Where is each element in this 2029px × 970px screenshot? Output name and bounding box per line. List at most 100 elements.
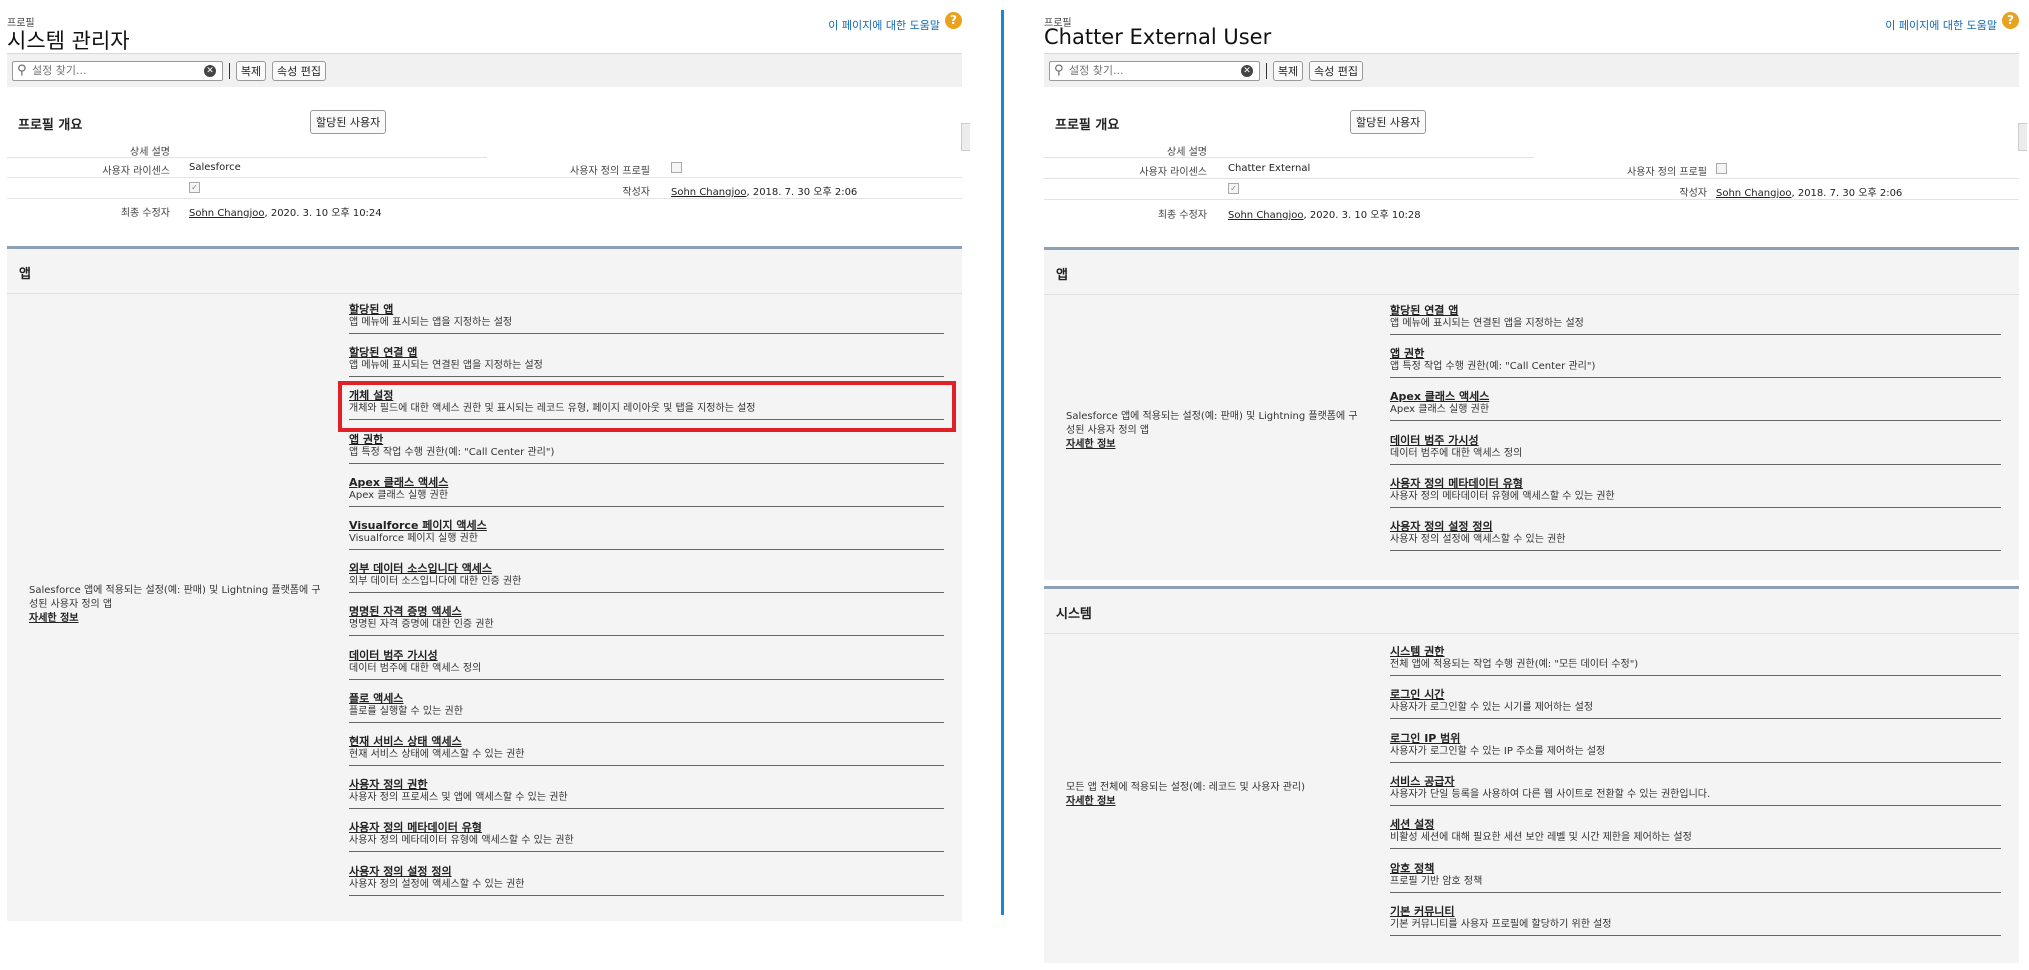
permission-link[interactable]: 데이터 범주 가시성 (1390, 434, 2001, 447)
permission-row: 데이터 범주 가시성 데이터 범주에 대한 액세스 정의 (349, 649, 944, 680)
permission-row: 세션 설정 비활성 세션에 대해 필요한 세션 보안 레벨 및 시간 제한을 제어… (1390, 818, 2001, 850)
help-link[interactable]: 이 페이지에 대한 도움말 (828, 17, 940, 33)
permission-description: 사용자 정의 메타데이터 유형에 액세스할 수 있는 권한 (1390, 490, 1615, 502)
side-scroll-tab[interactable] (2018, 123, 2027, 151)
assigned-users-button[interactable]: 할당된 사용자 (310, 110, 387, 134)
clone-button[interactable]: 복제 (1273, 61, 1303, 81)
help-icon[interactable]: ? (945, 12, 962, 29)
help-icon[interactable]: ? (2002, 12, 2019, 29)
permission-row: 앱 권한 앱 특정 작업 수행 권한(예: "Call Center 관리") (349, 433, 944, 464)
permission-row: 명명된 자격 증명 액세스 명명된 자격 증명에 대한 인증 권한 (349, 605, 944, 637)
permission-row: 기본 커뮤니티 기본 커뮤니티를 사용자 프로필에 할당하기 위한 설정 (1390, 905, 2001, 936)
help-link[interactable]: 이 페이지에 대한 도움말 (1885, 17, 1997, 33)
permission-link[interactable]: 사용자 정의 설정 정의 (1390, 520, 2001, 533)
permission-link[interactable]: 시스템 권한 (1390, 645, 2001, 658)
modified-by-user-link[interactable]: Sohn Changjoo (189, 208, 264, 219)
custom-profile-label: 사용자 정의 프로필 (570, 166, 650, 177)
permission-description: 앱 특정 작업 수행 권한(예: "Call Center 관리") (349, 446, 555, 458)
left-profile-pane: 프로필 시스템 관리자 이 페이지에 대한 도움말 ? ⚲ ✕ 복제 속성 편집… (0, 0, 970, 921)
modified-by-user-link[interactable]: Sohn Changjoo (1228, 210, 1303, 221)
profile-overview-title: 프로필 개요 (1055, 118, 1120, 133)
permission-link[interactable]: 기본 커뮤니티 (1390, 905, 2001, 918)
permission-row: 사용자 정의 권한 사용자 정의 프로세스 및 앱에 액세스할 수 있는 권한 (349, 778, 944, 810)
permission-link[interactable]: 플로 액세스 (349, 692, 944, 705)
permission-link[interactable]: 사용자 정의 메타데이터 유형 (349, 821, 944, 834)
permission-link[interactable]: 세션 설정 (1390, 818, 2001, 831)
permission-description: 현재 서비스 상태에 액세스할 수 있는 권한 (349, 749, 525, 760)
created-by-label: 작성자 (622, 187, 650, 198)
permission-link[interactable]: 로그인 IP 범위 (1390, 732, 2001, 745)
permission-link[interactable]: 사용자 정의 메타데이터 유형 (1390, 477, 2001, 490)
permission-link[interactable]: 앱 권한 (1390, 347, 2001, 360)
permission-link[interactable]: 앱 권한 (349, 433, 944, 446)
permission-link[interactable]: Apex 클래스 액세스 (349, 476, 944, 489)
permission-row: Apex 클래스 액세스 Apex 클래스 실행 권한 (349, 476, 944, 507)
license-value: Chatter External (1228, 163, 1311, 174)
permission-link[interactable]: 현재 서비스 상태 액세스 (349, 735, 944, 748)
settings-search-input[interactable] (1069, 63, 1234, 77)
settings-search-input[interactable] (32, 63, 197, 77)
system-more-info-link[interactable]: 자세한 정보 (1066, 795, 1396, 809)
license-label: 사용자 라이센스 (102, 166, 170, 177)
side-scroll-tab[interactable] (961, 123, 970, 151)
permission-link[interactable]: 사용자 정의 설정 정의 (349, 865, 944, 878)
permission-link[interactable]: 할당된 연결 앱 (349, 346, 944, 359)
permission-row: 할당된 앱앱 메뉴에 표시되는 앱을 지정하는 설정 (349, 303, 944, 334)
permission-row: Visualforce 페이지 액세스 Visualforce 페이지 실행 권한 (349, 519, 944, 550)
modified-by-value: Sohn Changjoo, 2020. 3. 10 오후 10:28 (1228, 210, 1421, 221)
permission-link[interactable]: 암호 정책 (1390, 862, 2001, 875)
permission-link[interactable]: 서비스 공급자 (1390, 775, 2001, 788)
permission-link[interactable]: 명명된 자격 증명 액세스 (349, 605, 944, 618)
clone-button[interactable]: 복제 (236, 61, 266, 81)
permission-description: 앱 메뉴에 표시되는 연결된 앱을 지정하는 설정 (349, 360, 543, 372)
permission-link[interactable]: Visualforce 페이지 액세스 (349, 519, 944, 532)
highlight-box (338, 381, 956, 432)
apps-description: Salesforce 앱에 적용되는 설정(예: 판매) 및 Lightning… (29, 584, 329, 626)
permission-link[interactable]: 외부 데이터 소스입니다 액세스 (349, 562, 944, 575)
divider (1044, 178, 2019, 179)
apps-section-title: 앱 (19, 267, 31, 282)
permission-link[interactable]: 로그인 시간 (1390, 688, 2001, 701)
permission-link[interactable]: Apex 클래스 액세스 (1390, 390, 2001, 403)
system-section-title: 시스템 (1056, 607, 1092, 622)
created-by-user-link[interactable]: Sohn Changjoo (671, 187, 746, 198)
edit-properties-button[interactable]: 속성 편집 (1309, 61, 1363, 81)
permission-link[interactable]: 사용자 정의 권한 (349, 778, 944, 791)
pane-divider (1001, 10, 1004, 915)
apps-section: 앱 Salesforce 앱에 적용되는 설정(예: 판매) 및 Lightni… (7, 246, 962, 921)
permission-row: 서비스 공급자 사용자가 단일 등록을 사용하여 다른 웹 사이트로 전환할 수 … (1390, 775, 2001, 806)
edit-properties-button[interactable]: 속성 편집 (272, 61, 326, 81)
clear-search-icon[interactable]: ✕ (204, 65, 216, 77)
modified-by-value: Sohn Changjoo, 2020. 3. 10 오후 10:24 (189, 208, 382, 219)
toolbar-separator (1266, 63, 1267, 79)
system-section: 시스템 모든 앱 전체에 적용되는 설정(예: 레코드 및 사용자 관리) 자세… (1044, 586, 2019, 963)
toolbar-separator (229, 63, 230, 79)
toolbar: ⚲ ✕ 복제 속성 편집 (1044, 53, 2019, 87)
clear-search-icon[interactable]: ✕ (1241, 65, 1253, 77)
divider (1044, 157, 1534, 158)
permission-row: 데이터 범주 가시성 데이터 범주에 대한 액세스 정의 (1390, 434, 2001, 465)
page-title: Chatter External User (1044, 25, 1272, 49)
page-title: 시스템 관리자 (7, 29, 130, 53)
permission-description: 기본 커뮤니티를 사용자 프로필에 할당하기 위한 설정 (1390, 918, 1612, 930)
permission-description: 명명된 자격 증명에 대한 인증 권한 (349, 619, 494, 631)
apps-description: Salesforce 앱에 적용되는 설정(예: 판매) 및 Lightning… (1066, 410, 1366, 452)
permission-row: 로그인 IP 범위 사용자가 로그인할 수 있는 IP 주소를 제어하는 설정 (1390, 732, 2001, 763)
assigned-users-button[interactable]: 할당된 사용자 (1350, 110, 1427, 134)
checked-checkbox: ✓ (1228, 183, 1239, 194)
permission-description: 앱 특정 작업 수행 권한(예: "Call Center 관리") (1390, 361, 1596, 373)
permission-link[interactable]: 할당된 앱 (349, 303, 944, 316)
permission-row: 현재 서비스 상태 액세스 현재 서비스 상태에 액세스할 수 있는 권한 (349, 735, 944, 766)
modified-by-label: 최종 수정자 (1157, 210, 1207, 221)
created-by-user-link[interactable]: Sohn Changjoo (1716, 188, 1791, 199)
apps-more-info-link[interactable]: 자세한 정보 (1066, 438, 1366, 452)
permission-row: 외부 데이터 소스입니다 액세스 외부 데이터 소스입니다에 대한 인증 권한 (349, 562, 944, 594)
apps-more-info-link[interactable]: 자세한 정보 (29, 612, 329, 626)
permission-row: 사용자 정의 메타데이터 유형 사용자 정의 메타데이터 유형에 액세스할 수 있… (1390, 477, 2001, 508)
permission-link[interactable]: 데이터 범주 가시성 (349, 649, 944, 662)
apps-section-body: Salesforce 앱에 적용되는 설정(예: 판매) 및 Lightning… (1044, 294, 2019, 580)
search-box: ⚲ ✕ (12, 61, 223, 81)
permission-link[interactable]: 할당된 연결 앱 (1390, 304, 2001, 317)
modified-by-label: 최종 수정자 (120, 208, 170, 219)
detail-label: 상세 설명 (130, 147, 170, 158)
